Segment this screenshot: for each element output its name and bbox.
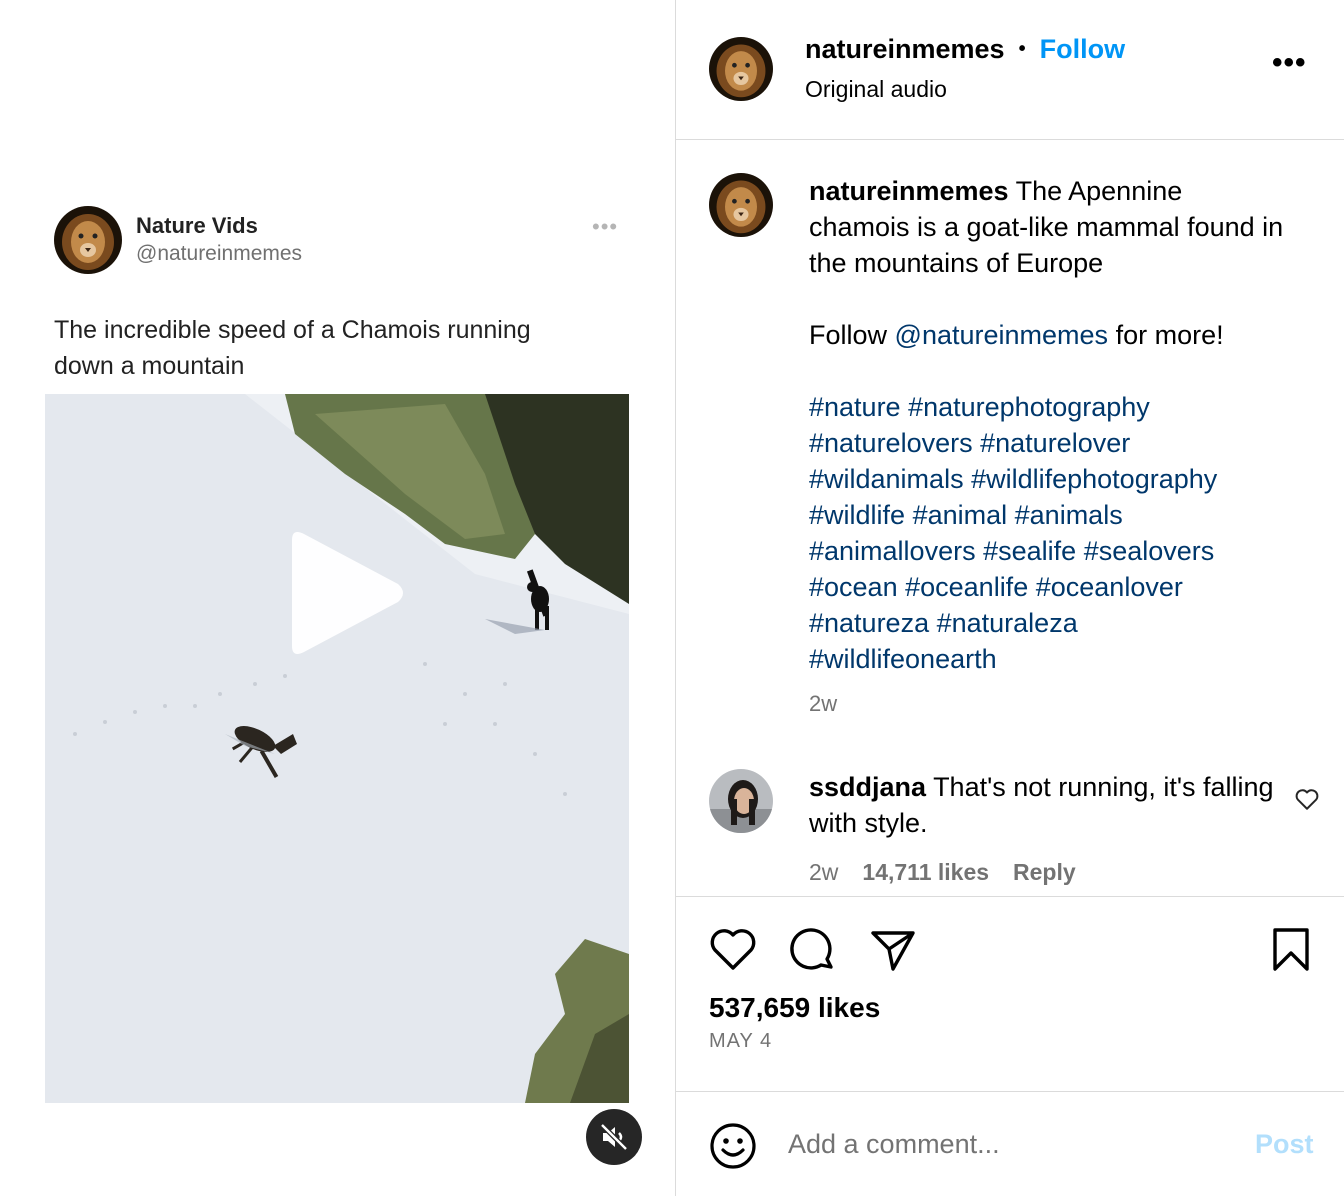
ellipsis-icon: ••• [592, 214, 619, 239]
hashtag[interactable]: #naturephotography [908, 392, 1150, 422]
tweet-avatar [54, 206, 122, 274]
hashtag[interactable]: #naturelover [980, 428, 1130, 458]
comment-heart-icon[interactable] [1294, 787, 1320, 816]
hashtag[interactable]: #animallovers [809, 536, 976, 566]
tweet-header: Nature Vids @natureinmemes [54, 206, 302, 274]
comment-icon[interactable] [789, 927, 837, 980]
muted-speaker-icon[interactable] [586, 1109, 642, 1165]
comment-timestamp: 2w [809, 859, 839, 885]
caption-text: natureinmemes The Apennine chamois is a … [809, 173, 1289, 677]
hashtag[interactable]: #ocean [809, 572, 898, 602]
likes-count[interactable]: 537,659 likes [709, 992, 880, 1024]
hashtag[interactable]: #wildlifephotography [971, 464, 1217, 494]
play-icon[interactable] [282, 528, 406, 658]
commenter-avatar[interactable] [709, 769, 773, 833]
caption-mention[interactable]: @natureinmemes [895, 320, 1109, 350]
commenter-username[interactable]: ssddjana [809, 772, 926, 802]
more-options-icon[interactable]: ••• [1272, 48, 1307, 78]
comment-likes[interactable]: 14,711 likes [862, 859, 989, 886]
comment-input[interactable] [788, 1124, 1228, 1164]
bookmark-icon[interactable] [1271, 927, 1311, 978]
separator-dot: • [1018, 38, 1026, 60]
share-icon[interactable] [869, 927, 917, 978]
hashtag[interactable]: #animal [913, 500, 1008, 530]
video-player[interactable] [45, 394, 629, 1103]
post-panel: natureinmemes • Follow Original audio ••… [675, 0, 1344, 1196]
caption-username[interactable]: natureinmemes [809, 176, 1009, 206]
comment-text: ssddjana That's not running, it's fallin… [809, 769, 1279, 841]
hashtag[interactable]: #naturaleza [937, 608, 1078, 638]
emoji-icon[interactable] [709, 1122, 757, 1175]
reply-button[interactable]: Reply [1013, 859, 1076, 886]
audio-link[interactable]: Original audio [805, 76, 947, 103]
hashtag[interactable]: #oceanlover [1036, 572, 1183, 602]
caption-avatar[interactable] [709, 173, 773, 237]
tweet-display-name: Nature Vids [136, 213, 258, 238]
comment-meta: 2w 14,711 likes Reply [809, 859, 1076, 886]
hashtag[interactable]: #wildlife [809, 500, 905, 530]
post-media: Nature Vids @natureinmemes ••• The incre… [0, 0, 675, 1196]
hashtag[interactable]: #natureza [809, 608, 929, 638]
hashtag[interactable]: #oceanlife [905, 572, 1028, 602]
hashtag[interactable]: #sealovers [1084, 536, 1215, 566]
author-avatar[interactable] [709, 37, 773, 101]
hashtag[interactable]: #sealife [983, 536, 1076, 566]
comment-composer: Post [676, 1092, 1344, 1196]
post-date: MAY 4 [709, 1030, 773, 1052]
author-username[interactable]: natureinmemes [805, 34, 1005, 65]
hashtag[interactable]: #wildanimals [809, 464, 964, 494]
post-header: natureinmemes • Follow Original audio ••… [676, 0, 1344, 140]
hashtag[interactable]: #animals [1015, 500, 1123, 530]
tweet-text: The incredible speed of a Chamois runnin… [54, 316, 531, 380]
hashtag[interactable]: #wildlifeonearth [809, 644, 997, 674]
action-bar: 537,659 likes MAY 4 [676, 896, 1344, 1092]
caption-follow-line: Follow @natureinmemes for more! [809, 320, 1224, 350]
heart-icon[interactable] [709, 927, 757, 976]
hashtag[interactable]: #naturelovers [809, 428, 973, 458]
post-comment-button[interactable]: Post [1255, 1129, 1314, 1160]
hashtag[interactable]: #nature [809, 392, 901, 422]
caption-timestamp: 2w [809, 691, 838, 716]
tweet-handle: @natureinmemes [136, 242, 303, 265]
caption-hashtags: #nature #naturephotography #naturelovers… [809, 389, 1289, 677]
follow-button[interactable]: Follow [1040, 34, 1125, 65]
